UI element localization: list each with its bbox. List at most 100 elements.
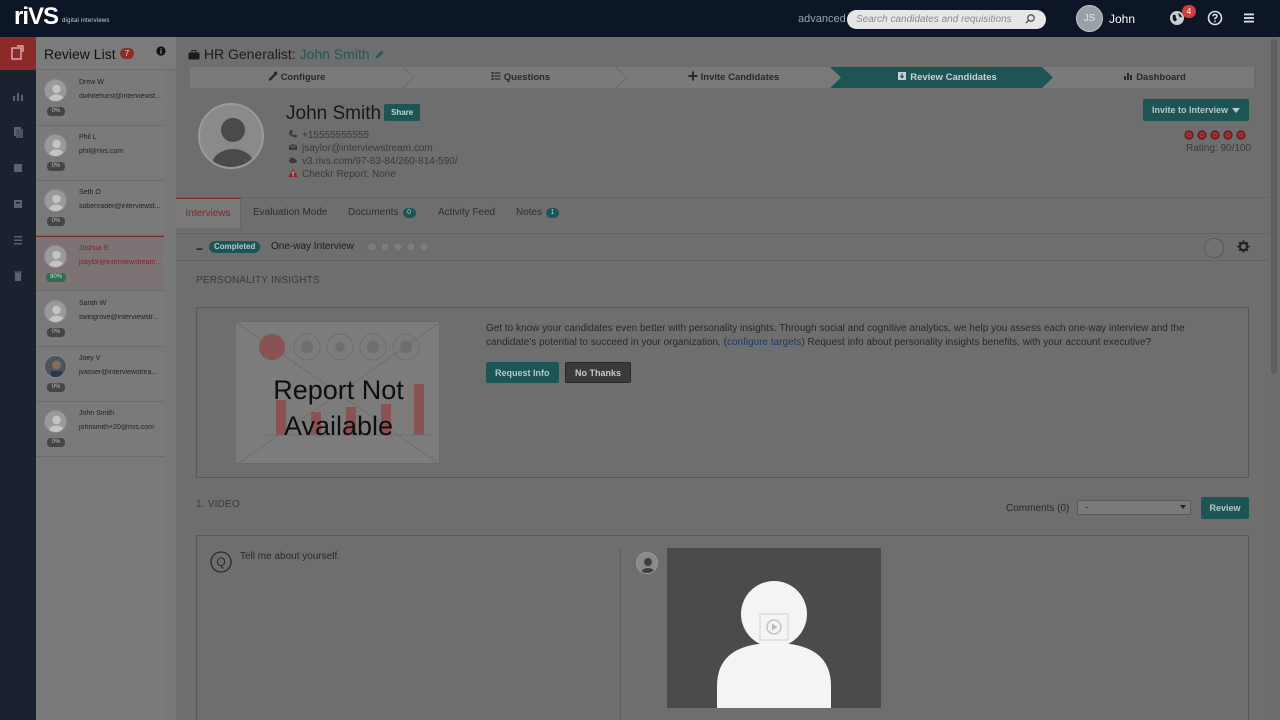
personality-insights-panel: Report Not Available Get to know your can… bbox=[196, 307, 1249, 478]
candidate-item[interactable]: Phil L phil@rivs.com 0% bbox=[36, 126, 164, 181]
personality-insights-description: Get to know your candidates even better … bbox=[486, 323, 1185, 348]
candidate-progress-badge: 0% bbox=[47, 383, 65, 392]
tab-activity-feed[interactable]: Activity Feed bbox=[438, 198, 495, 227]
search-icon[interactable] bbox=[1024, 13, 1036, 25]
user-avatar[interactable]: JS bbox=[1076, 5, 1103, 32]
step-dashboard[interactable]: Dashboard bbox=[1053, 67, 1256, 88]
gear-icon[interactable] bbox=[1237, 240, 1250, 253]
candidate-progress-badge: 90% bbox=[46, 273, 66, 282]
rating-circles bbox=[1184, 130, 1246, 140]
interview-status-circle[interactable] bbox=[1204, 238, 1224, 258]
candidate-progress-badge: 0% bbox=[47, 438, 65, 447]
candidate-email: johnsmith+20@rivs.com bbox=[79, 424, 154, 431]
candidate-avatar bbox=[44, 300, 67, 323]
main-content: HR Generalist: John Smith Configure Ques… bbox=[176, 37, 1268, 720]
documents-count-badge: 0 bbox=[402, 208, 416, 218]
reports-icon[interactable] bbox=[11, 89, 25, 103]
video-question-panel: Q Tell me about yourself. bbox=[196, 535, 1249, 720]
interview-rating-circles[interactable] bbox=[366, 241, 436, 253]
no-thanks-button[interactable]: No Thanks bbox=[565, 362, 632, 383]
candidate-progress-badge: 0% bbox=[47, 162, 65, 171]
search-input[interactable] bbox=[847, 10, 1046, 29]
wrench-icon bbox=[267, 71, 278, 81]
video-player[interactable] bbox=[667, 548, 881, 708]
pencil-icon[interactable] bbox=[374, 49, 385, 60]
candidate-avatar bbox=[44, 79, 67, 102]
candidate-email: jvasser@interviewstrea... bbox=[79, 369, 158, 376]
tab-notes[interactable]: Notes 1 bbox=[516, 198, 560, 227]
position-title: HR Generalist: bbox=[203, 46, 296, 62]
step-invite-candidates[interactable]: Invite Candidates bbox=[627, 67, 840, 88]
review-list-scrollbar[interactable] bbox=[165, 71, 176, 720]
step-review-candidates[interactable]: Review Candidates bbox=[841, 67, 1053, 88]
candidate-item[interactable]: John Smith johnsmith+20@rivs.com 0% bbox=[36, 402, 164, 457]
step-label: Configure bbox=[280, 72, 326, 83]
advanced-search-link[interactable]: advanced bbox=[798, 13, 846, 25]
step-configure[interactable]: Configure bbox=[190, 67, 403, 88]
step-label: Invite Candidates bbox=[700, 72, 780, 83]
bar-chart-icon bbox=[1124, 73, 1133, 80]
contacts-icon[interactable] bbox=[11, 197, 25, 211]
review-list-title: Review List bbox=[44, 46, 116, 62]
collapse-toggle[interactable]: − bbox=[196, 242, 203, 256]
candidate-name: Joshua S bbox=[79, 245, 109, 252]
chevron-down-icon bbox=[1232, 108, 1240, 113]
user-name[interactable]: John bbox=[1109, 12, 1135, 26]
step-label: Questions bbox=[503, 72, 551, 83]
list-icon[interactable] bbox=[11, 233, 25, 247]
candidate-item[interactable]: Sarah W swingrove@interviewstr... 0% bbox=[36, 292, 164, 347]
download-icon bbox=[898, 72, 907, 80]
candidate-item[interactable]: Drew W dwhitehurst@interviewst... 0% bbox=[36, 71, 164, 126]
candidate-name: Phil L bbox=[79, 134, 97, 141]
warning-icon bbox=[288, 168, 298, 177]
question-icon-letter: Q bbox=[216, 555, 225, 569]
checkr-report: Checkr Report: None bbox=[288, 168, 396, 180]
calendar-icon[interactable] bbox=[11, 161, 25, 175]
candidate-rating: Rating: 90/100 bbox=[1186, 143, 1252, 154]
app-logo[interactable]: riVS bbox=[14, 4, 59, 30]
tab-evaluation-mode[interactable]: Evaluation Mode bbox=[253, 198, 328, 227]
candidate-name: Sarah W bbox=[79, 300, 107, 307]
interview-row: − Completed One-way Interview bbox=[176, 235, 1268, 261]
candidate-item[interactable]: Seth O sobenrader@interviewst... 0% bbox=[36, 181, 164, 236]
rating-select[interactable]: - bbox=[1077, 500, 1191, 515]
candidate-avatar bbox=[44, 410, 67, 433]
candidate-item[interactable]: Joey V jvasser@interviewstrea... 0% bbox=[36, 347, 164, 402]
page-scrollbar[interactable] bbox=[1268, 37, 1280, 720]
logo-subtitle: digital interviews bbox=[62, 18, 110, 24]
question-text: Tell me about yourself. bbox=[240, 551, 341, 562]
candidate-email: phil@rivs.com bbox=[79, 148, 124, 155]
candidate-email: swingrove@interviewstr... bbox=[79, 314, 159, 321]
chevron-down-icon bbox=[1180, 505, 1186, 509]
page-title: HR Generalist: John Smith bbox=[188, 46, 385, 62]
invite-to-interview-button[interactable]: Invite to Interview bbox=[1143, 99, 1249, 121]
tab-documents[interactable]: Documents 0 bbox=[348, 198, 416, 227]
candidate-name-heading: John Smith bbox=[286, 103, 382, 124]
candidate-avatar bbox=[44, 189, 67, 212]
phone-icon bbox=[289, 130, 297, 138]
review-button[interactable]: Review bbox=[1201, 497, 1249, 519]
step-questions[interactable]: Questions bbox=[414, 67, 627, 88]
share-button[interactable]: Share bbox=[384, 104, 421, 121]
rail-active-item[interactable] bbox=[0, 37, 36, 70]
cloud-icon bbox=[289, 157, 297, 164]
configure-targets-link[interactable]: configure targets bbox=[727, 337, 802, 348]
report-placeholder-image: Report Not Available bbox=[235, 321, 440, 464]
interview-title: One-way Interview bbox=[271, 241, 354, 252]
candidate-profile-avatar bbox=[198, 103, 264, 169]
hamburger-menu-icon[interactable] bbox=[1242, 11, 1256, 25]
documents-icon[interactable] bbox=[11, 125, 25, 139]
review-list-header: Review List 7 bbox=[36, 37, 176, 70]
candidate-title-name[interactable]: John Smith bbox=[300, 46, 370, 62]
personality-insights-heading: PERSONALITY INSIGHTS bbox=[196, 275, 320, 286]
tab-interviews[interactable]: Interviews bbox=[176, 198, 241, 228]
request-info-button[interactable]: Request Info bbox=[486, 362, 559, 383]
scrollbar-thumb[interactable] bbox=[1271, 39, 1277, 374]
info-icon[interactable] bbox=[156, 46, 166, 56]
help-icon[interactable] bbox=[1207, 10, 1223, 26]
tabs-bottom-divider bbox=[176, 233, 1268, 234]
export-icon bbox=[11, 45, 24, 60]
trash-icon[interactable] bbox=[11, 269, 25, 283]
comments-count[interactable]: Comments (0) bbox=[1006, 503, 1069, 514]
candidate-item-selected[interactable]: Joshua S jsaylor@interviewstream... 90% bbox=[36, 236, 164, 291]
